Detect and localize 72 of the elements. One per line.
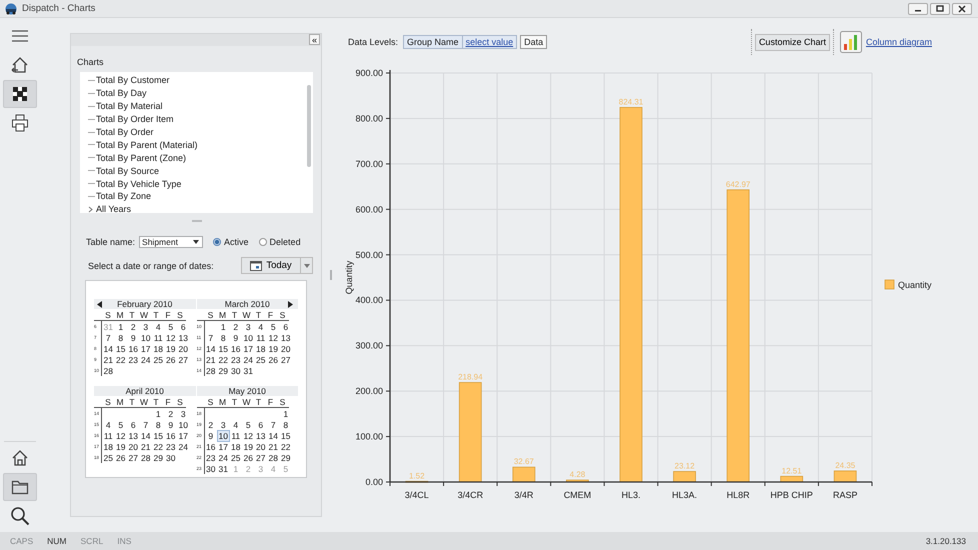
window-title: Dispatch - Charts (22, 3, 96, 14)
weekday-label: S (104, 310, 112, 320)
axis-tick-label: HL8R (726, 490, 750, 500)
key-indicator: INS (117, 536, 132, 546)
weekday-label: S (278, 396, 286, 406)
data-label: 824.31 (618, 97, 644, 106)
key-indicator: NUM (47, 536, 67, 546)
weekday-label: M (115, 396, 125, 406)
axis-tick-label: HL3A. (672, 490, 698, 500)
weekday-label: S (104, 396, 112, 406)
axis-tick-label: 300.00 (355, 340, 383, 351)
weekday-label: W (138, 396, 150, 406)
weekday-label: F (164, 310, 172, 320)
weekday-label: M (115, 310, 125, 320)
axis-tick-label: 3/4CL (404, 490, 429, 500)
axis-tick-label: 500.00 (355, 250, 383, 260)
data-label: 12.51 (782, 466, 802, 476)
key-indicator: CAPS (10, 536, 34, 546)
weekday-label: T (230, 396, 238, 406)
version-label: 3.1.20.133 (926, 536, 966, 546)
weekday-label: M (218, 310, 228, 320)
weekday-label: S (278, 310, 286, 320)
axis-tick-label: 100.00 (355, 432, 383, 442)
axis-tick-label: RASP (832, 490, 858, 500)
axis-tick-label: 400.00 (355, 295, 383, 306)
weekday-label: T (230, 310, 238, 320)
field-label: Select a date or range of dates: (88, 260, 214, 270)
weekday-label: T (152, 310, 160, 320)
month-header: April 2010 (94, 386, 196, 396)
weekday-label: S (206, 310, 214, 320)
weekday-label: F (266, 310, 274, 320)
weekday-label: T (128, 396, 136, 406)
key-indicator: SCRL (80, 536, 104, 546)
data-label: 1.52 (409, 471, 425, 480)
weekday-label: W (241, 396, 252, 406)
weekday-label: M (218, 396, 228, 406)
weekday-label: S (206, 396, 214, 406)
axis-title: Quantity (344, 260, 354, 294)
data-label: 23.12 (674, 462, 695, 470)
field-label: Table name: (86, 237, 136, 247)
data-label: 32.67 (514, 457, 534, 466)
section-title: Charts (77, 56, 105, 68)
axis-tick-label: CMEM (564, 490, 592, 500)
weekday-label: F (164, 396, 172, 406)
data-label: 642.97 (726, 180, 750, 189)
weekday-label: F (266, 396, 274, 406)
legend-label: Quantity (898, 280, 932, 290)
axis-tick-label: 3/4CR (458, 490, 484, 500)
weekday-label: T (128, 310, 136, 320)
month-header: March 2010 (196, 299, 299, 309)
weekday-label: S (176, 310, 184, 320)
month-header: February 2010 (94, 299, 196, 309)
weekday-label: S (176, 396, 184, 406)
data-label: 4.28 (570, 470, 586, 480)
data-label: 218.94 (458, 372, 483, 382)
axis-tick-label: 900.00 (355, 68, 383, 78)
axis-tick-label: 600.00 (355, 204, 383, 214)
weekday-label: T (254, 396, 262, 406)
weekday-label: T (152, 396, 160, 406)
weekday-label: T (254, 310, 262, 320)
toolbar-label: Data Levels: (348, 37, 398, 47)
month-header: May 2010 (196, 386, 299, 396)
axis-tick-label: 0.00 (365, 477, 383, 487)
axis-tick-label: HPB CHIP (770, 490, 813, 500)
axis-tick-label: 3/4R (514, 490, 534, 500)
axis-tick-label: HL3. (622, 490, 640, 500)
weekday-label: W (138, 310, 150, 320)
weekday-label: W (241, 310, 252, 320)
data-label: 24.35 (835, 460, 856, 470)
axis-tick-label: 800.00 (355, 113, 383, 124)
axis-tick-label: 200.00 (355, 386, 383, 396)
axis-tick-label: 700.00 (355, 158, 383, 169)
